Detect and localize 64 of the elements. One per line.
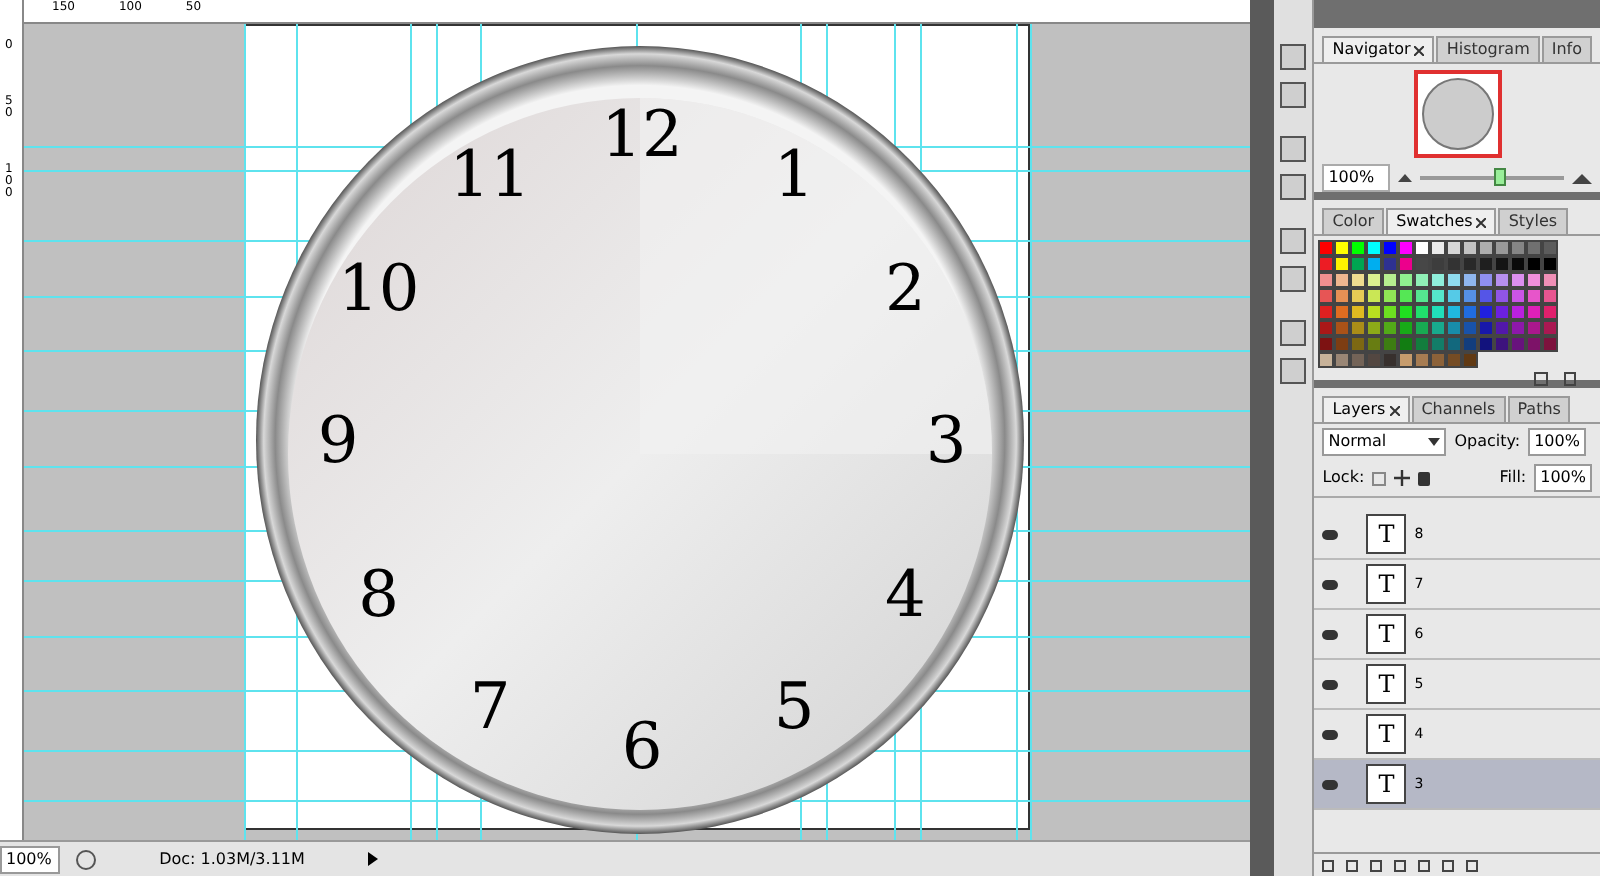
- panel-tab[interactable]: Histogram: [1436, 36, 1540, 62]
- blend-mode-dropdown[interactable]: Normal: [1322, 428, 1447, 456]
- tool-icon[interactable]: [1280, 136, 1307, 162]
- text-layer-icon: T: [1366, 564, 1407, 604]
- status-icon[interactable]: [76, 849, 96, 869]
- document-size-text: Doc: 1.03M/3.11M: [157, 847, 307, 871]
- dropdown-caret-icon[interactable]: [1428, 438, 1441, 446]
- clock-numeral: 8: [358, 559, 400, 627]
- panel-tab[interactable]: Layers: [1322, 396, 1410, 422]
- tool-icon[interactable]: [1280, 228, 1307, 254]
- panel-tab[interactable]: Channels: [1411, 396, 1506, 422]
- clock-numeral: 5: [773, 671, 815, 739]
- zoom-field[interactable]: 100%: [1322, 164, 1391, 192]
- panel-tab[interactable]: Paths: [1507, 396, 1571, 422]
- clock-numeral: 9: [317, 406, 359, 474]
- panel-tab[interactable]: Swatches: [1386, 208, 1497, 234]
- text-layer-icon: T: [1366, 714, 1407, 754]
- fill-label: Fill:: [1499, 466, 1527, 490]
- panel-tab[interactable]: Styles: [1498, 208, 1568, 234]
- clock-numeral: 6: [621, 712, 663, 780]
- tool-icon[interactable]: [1280, 82, 1307, 108]
- clock-numeral: 4: [884, 559, 926, 627]
- navigator-thumbnail[interactable]: [1413, 70, 1502, 158]
- eye-icon[interactable]: [1322, 729, 1339, 739]
- lock-label: Lock:: [1322, 466, 1365, 490]
- opacity-label: Opacity:: [1454, 430, 1521, 454]
- slider-thumb[interactable]: [1493, 168, 1506, 186]
- clock-numeral: 3: [925, 406, 967, 474]
- eye-icon[interactable]: [1322, 779, 1339, 789]
- panel-tab[interactable]: Info: [1541, 36, 1592, 62]
- lock-pixels-icon[interactable]: [1372, 471, 1387, 485]
- panel-tab[interactable]: Navigator: [1322, 36, 1435, 62]
- tool-icon[interactable]: [1280, 358, 1307, 384]
- opacity-field[interactable]: 100%: [1528, 428, 1586, 456]
- eye-icon[interactable]: [1322, 679, 1339, 689]
- tool-icon[interactable]: [1280, 266, 1307, 292]
- fill-field[interactable]: 100%: [1534, 464, 1592, 492]
- zoom-out-icon[interactable]: [1398, 174, 1413, 182]
- close-icon[interactable]: [1389, 405, 1400, 415]
- swatch-grid-drawing[interactable]: [1318, 240, 1559, 368]
- tool-icon[interactable]: [1280, 44, 1307, 70]
- close-icon[interactable]: [1476, 217, 1487, 227]
- zoom-field[interactable]: 100%: [0, 845, 60, 873]
- tool-icon[interactable]: [1280, 320, 1307, 346]
- tool-icon[interactable]: [1280, 174, 1307, 200]
- clock-numeral: 12: [601, 100, 683, 168]
- clock-numeral: 11: [449, 140, 531, 209]
- text-layer-icon: T: [1366, 614, 1407, 654]
- clock-numeral: 10: [338, 253, 420, 321]
- eye-icon[interactable]: [1322, 629, 1339, 639]
- move-icon[interactable]: [1394, 470, 1411, 486]
- play-icon[interactable]: [368, 852, 378, 866]
- text-layer-icon: T: [1366, 664, 1407, 704]
- clock-numeral: 2: [884, 253, 926, 321]
- eye-icon[interactable]: [1322, 529, 1339, 539]
- close-icon[interactable]: [1414, 45, 1425, 55]
- zoom-in-icon[interactable]: [1572, 173, 1592, 183]
- clock-numeral: 7: [469, 671, 511, 739]
- clock-numeral: 1: [773, 140, 815, 209]
- text-layer-icon: T: [1366, 514, 1407, 554]
- new-swatch-icon[interactable]: [1534, 372, 1548, 386]
- panel-tab[interactable]: Color: [1322, 208, 1385, 234]
- eye-icon[interactable]: [1322, 579, 1339, 589]
- text-layer-icon: T: [1366, 764, 1407, 804]
